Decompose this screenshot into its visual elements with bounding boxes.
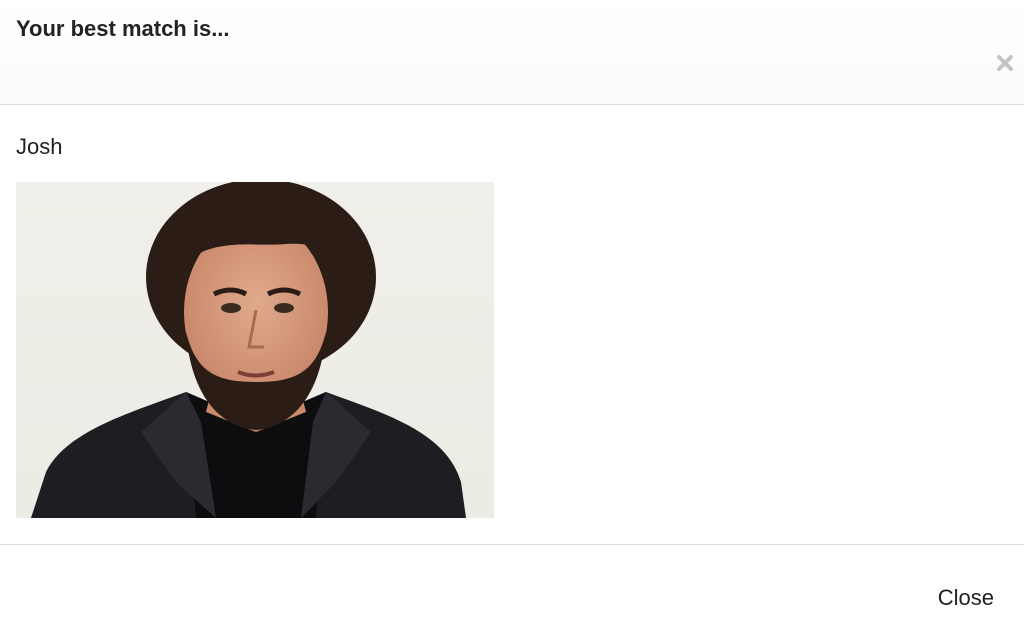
- modal-footer: Close: [0, 545, 1024, 627]
- modal-header: Your best match is...: [0, 0, 1024, 105]
- close-button[interactable]: Close: [938, 585, 994, 611]
- match-photo: [16, 182, 494, 518]
- close-icon[interactable]: [994, 52, 1016, 74]
- modal-title: Your best match is...: [16, 16, 230, 41]
- match-name: Josh: [16, 134, 63, 159]
- match-modal: Your best match is... Josh Close: [0, 0, 1024, 627]
